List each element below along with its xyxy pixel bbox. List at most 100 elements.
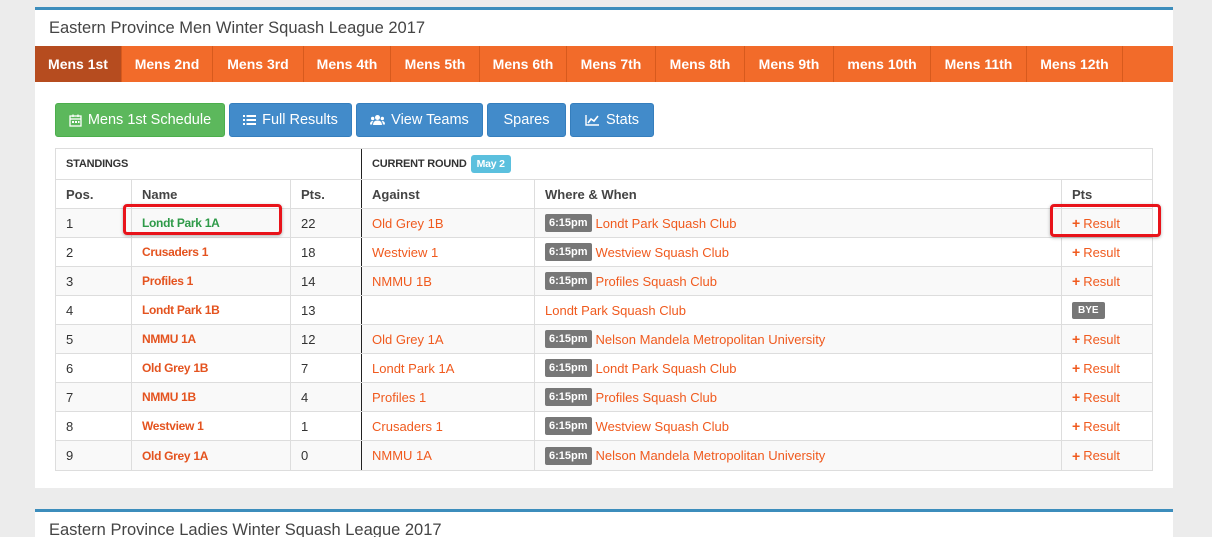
- pts-value: 0: [301, 448, 309, 463]
- opponent-link[interactable]: Profiles 1: [372, 390, 426, 405]
- standings-round-table: STANDINGS CURRENT ROUND May 2 Pos. Name …: [55, 148, 1153, 471]
- table-row: 6 Old Grey 1B 7 Londt Park 1A 6:15pm Londt Pa…: [56, 354, 1152, 383]
- calendar-icon: [69, 114, 82, 127]
- round-date-badge: May 2: [470, 155, 511, 173]
- venue-link[interactable]: Profiles Squash Club: [596, 390, 717, 405]
- team-name-link[interactable]: Old Grey 1A: [142, 449, 208, 463]
- tab-mens-1st[interactable]: Mens 1st: [35, 46, 122, 82]
- users-icon: [370, 115, 386, 125]
- team-name-link[interactable]: Old Grey 1B: [142, 361, 208, 375]
- tab-mens-3rd[interactable]: Mens 3rd: [213, 46, 304, 82]
- view-teams-button[interactable]: View Teams: [356, 103, 483, 137]
- opponent-link[interactable]: NMMU 1B: [372, 274, 432, 289]
- pos-value: 2: [66, 244, 74, 260]
- pos-value: 1: [66, 215, 74, 231]
- row-pos: 4: [56, 296, 132, 324]
- tab-mens-2nd[interactable]: Mens 2nd: [122, 46, 213, 82]
- time-badge: 6:15pm: [545, 330, 592, 348]
- row-pts: 4: [291, 383, 362, 411]
- row-result: + Result: [1062, 238, 1152, 266]
- row-result: + Result: [1062, 354, 1152, 382]
- team-name-link[interactable]: Londt Park 1B: [142, 303, 220, 317]
- opponent-link[interactable]: Old Grey 1A: [372, 332, 444, 347]
- pos-value: 3: [66, 273, 74, 289]
- ladies-league-title: Eastern Province Ladies Winter Squash Le…: [49, 521, 442, 537]
- row-name: Old Grey 1B: [132, 354, 291, 382]
- result-label: Result: [1083, 418, 1121, 434]
- venue-link[interactable]: Nelson Mandela Metropolitan University: [596, 332, 826, 347]
- row-against: Crusaders 1: [362, 412, 535, 440]
- add-result-link[interactable]: + Result: [1072, 331, 1120, 347]
- add-result-link[interactable]: + Result: [1072, 244, 1120, 260]
- row-pos: 2: [56, 238, 132, 266]
- row-pos: 3: [56, 267, 132, 295]
- stats-button[interactable]: Stats: [570, 103, 654, 137]
- team-name-link[interactable]: Crusaders 1: [142, 245, 208, 259]
- table-row: 7 NMMU 1B 4 Profiles 1 6:15pm Profiles Squash…: [56, 383, 1152, 412]
- schedule-button[interactable]: Mens 1st Schedule: [55, 103, 225, 137]
- add-result-link[interactable]: + Result: [1072, 418, 1120, 434]
- tab-mens-7th[interactable]: Mens 7th: [567, 46, 656, 82]
- team-name-link[interactable]: Profiles 1: [142, 274, 193, 288]
- row-pos: 7: [56, 383, 132, 411]
- result-label: Result: [1083, 389, 1121, 405]
- tab-mens-8th[interactable]: Mens 8th: [656, 46, 745, 82]
- team-name-link[interactable]: Londt Park 1A: [142, 216, 220, 230]
- row-name: NMMU 1A: [132, 325, 291, 353]
- spares-button-label: Spares: [503, 112, 550, 128]
- row-name: Londt Park 1A: [132, 209, 291, 237]
- team-name-link[interactable]: NMMU 1A: [142, 332, 196, 346]
- add-result-link[interactable]: + Result: [1072, 448, 1120, 464]
- venue-link[interactable]: Profiles Squash Club: [596, 274, 717, 289]
- row-pts: 14: [291, 267, 362, 295]
- row-against: Old Grey 1B: [362, 209, 535, 237]
- row-pts: 22: [291, 209, 362, 237]
- row-pos: 5: [56, 325, 132, 353]
- venue-link[interactable]: Westview Squash Club: [596, 419, 729, 434]
- current-round-heading: CURRENT ROUND May 2: [362, 149, 1152, 179]
- col-against: Against: [362, 180, 535, 208]
- plus-icon: +: [1072, 215, 1081, 231]
- venue-link[interactable]: Londt Park Squash Club: [545, 303, 686, 318]
- row-where-when: 6:15pm Londt Park Squash Club: [535, 209, 1062, 237]
- team-name-link[interactable]: Westview 1: [142, 419, 204, 433]
- col-pos: Pos.: [56, 180, 132, 208]
- opponent-link[interactable]: NMMU 1A: [372, 448, 432, 463]
- tab-mens-10th[interactable]: mens 10th: [834, 46, 931, 82]
- venue-link[interactable]: Nelson Mandela Metropolitan University: [596, 448, 826, 463]
- current-round-label: CURRENT ROUND: [372, 158, 467, 170]
- tab-mens-12th[interactable]: Mens 12th: [1027, 46, 1123, 82]
- tab-mens-9th[interactable]: Mens 9th: [745, 46, 834, 82]
- standings-heading: STANDINGS: [56, 149, 362, 179]
- row-where-when: Londt Park Squash Club: [535, 296, 1062, 324]
- spares-button[interactable]: Spares: [487, 103, 566, 137]
- opponent-link[interactable]: Old Grey 1B: [372, 216, 444, 231]
- full-results-button[interactable]: Full Results: [229, 103, 352, 137]
- add-result-link[interactable]: + Result: [1072, 360, 1120, 376]
- opponent-link[interactable]: Westview 1: [372, 245, 438, 260]
- team-name-link[interactable]: NMMU 1B: [142, 390, 196, 404]
- add-result-link[interactable]: + Result: [1072, 389, 1120, 405]
- table-row: 8 Westview 1 1 Crusaders 1 6:15pm Westview Sq…: [56, 412, 1152, 441]
- add-result-link[interactable]: + Result: [1072, 273, 1120, 289]
- tab-mens-4th[interactable]: Mens 4th: [304, 46, 391, 82]
- action-buttons: Mens 1st Schedule Full Results View Team…: [55, 103, 654, 137]
- row-where-when: 6:15pm Westview Squash Club: [535, 238, 1062, 266]
- tab-mens-5th[interactable]: Mens 5th: [391, 46, 480, 82]
- row-result: BYE: [1062, 296, 1152, 324]
- venue-link[interactable]: Westview Squash Club: [596, 245, 729, 260]
- venue-link[interactable]: Londt Park Squash Club: [596, 216, 737, 231]
- table-row: 3 Profiles 1 14 NMMU 1B 6:15pm Profiles Squas…: [56, 267, 1152, 296]
- plus-icon: +: [1072, 244, 1081, 260]
- row-against: Londt Park 1A: [362, 354, 535, 382]
- venue-link[interactable]: Londt Park Squash Club: [596, 361, 737, 376]
- result-label: Result: [1083, 244, 1121, 260]
- opponent-link[interactable]: Crusaders 1: [372, 419, 443, 434]
- add-result-link[interactable]: + Result: [1072, 215, 1120, 231]
- row-against: Old Grey 1A: [362, 325, 535, 353]
- tab-mens-11th[interactable]: Mens 11th: [931, 46, 1027, 82]
- plus-icon: +: [1072, 273, 1081, 289]
- row-where-when: 6:15pm Profiles Squash Club: [535, 267, 1062, 295]
- tab-mens-6th[interactable]: Mens 6th: [480, 46, 567, 82]
- opponent-link[interactable]: Londt Park 1A: [372, 361, 454, 376]
